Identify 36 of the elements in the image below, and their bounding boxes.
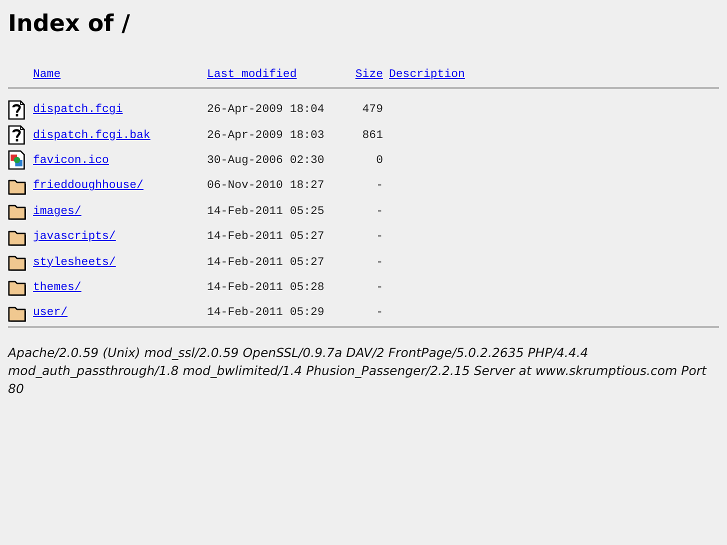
file-size: 0: [376, 154, 383, 167]
modified-date: 14-Feb-2011 05:25: [207, 204, 326, 220]
column-header-link[interactable]: Name: [33, 68, 61, 80]
modified-date: 14-Feb-2011 05:29: [207, 305, 326, 322]
column-header-link[interactable]: Last modified: [207, 68, 297, 80]
column-header-link[interactable]: Size: [355, 68, 383, 80]
modified-date: 30-Aug-2006 02:30: [207, 152, 326, 169]
modified-date: 14-Feb-2011 05:27: [207, 254, 326, 271]
file-link[interactable]: dispatch.fcgi: [33, 103, 123, 116]
question-mark-file-icon: [8, 100, 26, 120]
file-size: -: [376, 306, 383, 320]
file-link[interactable]: images/: [33, 204, 82, 218]
file-size: -: [376, 230, 383, 244]
page-title: Index of /: [8, 10, 132, 38]
modified-date: 14-Feb-2011 05:28: [207, 280, 326, 296]
server-signature: Apache/2.0.59 (Unix) mod_ssl/2.0.59 OpenSSL/0.9.7a DAV/2 FrontPage/5.0.2.2635 PHP/4.4.4 mod_auth_passthrough/1.8 mod_bwlimited/1.4 Phusion_Passenger/2.2.15 Server at www.skrumptious.com Port 80: [8, 344, 708, 398]
column-header-link[interactable]: Description: [389, 68, 465, 80]
file-link[interactable]: stylesheets/: [33, 256, 116, 269]
file-size: -: [376, 256, 383, 269]
modified-date: 06-Nov-2010 18:27: [207, 178, 326, 194]
file-link[interactable]: user/: [33, 306, 68, 320]
modified-date: 26-Apr-2009 18:04: [207, 102, 326, 118]
file-link[interactable]: javascripts/: [33, 230, 116, 244]
file-link[interactable]: themes/: [33, 280, 82, 294]
file-size: -: [376, 280, 383, 294]
file-link[interactable]: frieddoughhouse/: [33, 179, 144, 192]
file-size: 861: [362, 128, 383, 142]
modified-date: 26-Apr-2009 18:03: [207, 128, 326, 144]
modified-date: 14-Feb-2011 05:27: [207, 229, 326, 246]
question-mark-file-icon: [8, 125, 26, 146]
image-file-icon: [8, 150, 26, 170]
file-size: -: [376, 179, 383, 192]
file-link[interactable]: favicon.ico: [33, 154, 109, 167]
file-link[interactable]: dispatch.fcgi.bak: [33, 128, 150, 142]
file-size: -: [376, 204, 383, 218]
file-size: 479: [362, 103, 383, 116]
